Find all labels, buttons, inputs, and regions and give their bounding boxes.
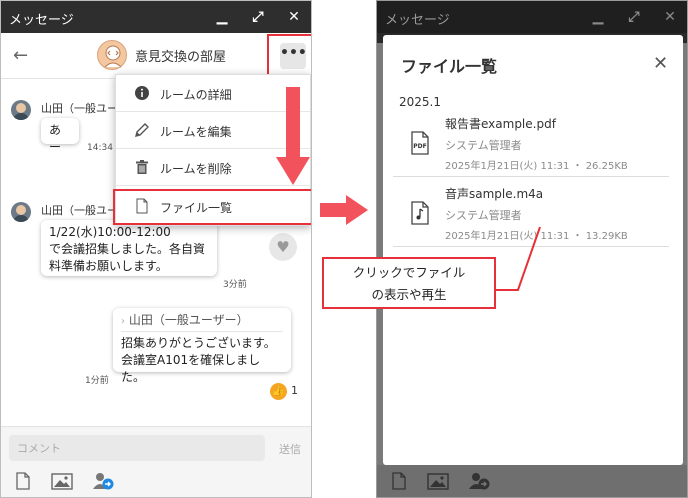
message-text: 会議室A101を確保しました。 xyxy=(121,353,261,384)
window-titlebar: メッセージ ▁ ⤢ ✕ xyxy=(377,1,687,33)
file-row[interactable]: PDF 報告書example.pdf システム管理者 2025年1月21日(火)… xyxy=(393,109,669,177)
heart-icon[interactable]: ♥ xyxy=(269,233,297,261)
minimize-icon[interactable]: ▁ xyxy=(587,6,609,28)
right-arrow-icon xyxy=(320,195,368,225)
attach-file-icon[interactable] xyxy=(13,471,33,491)
message-time: 3分前 xyxy=(223,280,247,290)
pdf-file-icon: PDF xyxy=(411,131,429,155)
thumbs-up-icon[interactable]: 👍 xyxy=(270,383,287,400)
expand-icon[interactable]: ⤢ xyxy=(623,6,645,28)
file-name: 音声sample.m4a xyxy=(445,187,544,201)
message-window: メッセージ ▁ ⤢ ✕ ← 意見交換の部屋 ••• 山田（一般ユー あー 14:… xyxy=(0,0,312,498)
comment-input[interactable] xyxy=(9,435,265,461)
file-meta: 2025年1月21日(火) 11:31 ・ 26.25KB xyxy=(445,161,628,172)
month-group-label: 2025.1 xyxy=(399,95,441,109)
audio-file-icon xyxy=(411,201,429,225)
reply-quote[interactable]: › 山田（一般ユーザー） xyxy=(121,312,283,332)
annotation-callout: クリックでファイル の表示や再生 xyxy=(322,257,496,309)
back-arrow-icon[interactable]: ← xyxy=(13,45,28,66)
message-bubble[interactable]: あー xyxy=(41,118,79,154)
room-title: 意見交換の部屋 xyxy=(135,50,227,65)
like-count: 1 xyxy=(291,384,298,397)
minimize-icon[interactable]: ▁ xyxy=(211,6,233,28)
user-forward-icon xyxy=(469,473,490,490)
dialog-title: ファイル一覧 xyxy=(401,57,498,76)
message-text: 招集ありがとうございます。 xyxy=(121,336,276,350)
sender-name: 山田（一般ユー xyxy=(41,204,118,217)
window-title: メッセージ xyxy=(9,13,74,28)
window-titlebar: メッセージ ▁ ⤢ ✕ xyxy=(1,1,311,33)
callout-line: の表示や再生 xyxy=(371,287,447,302)
file-name: 報告書example.pdf xyxy=(445,117,556,131)
message-time: 14:34 xyxy=(87,143,113,153)
image-icon[interactable] xyxy=(51,471,73,491)
info-icon xyxy=(135,86,149,100)
file-owner: システム管理者 xyxy=(445,209,522,222)
message-text: で会議招集しました。各自資 xyxy=(49,242,206,256)
down-arrow-icon xyxy=(276,87,310,185)
dimmed-toolbar xyxy=(377,465,687,497)
user-forward-icon[interactable] xyxy=(93,471,115,491)
window-title: メッセージ xyxy=(385,13,450,28)
code-icon xyxy=(104,45,122,68)
message-text: 料準備お願いします。 xyxy=(49,259,168,273)
message-bubble[interactable]: 1/22(水)10:00-12:00 で会議招集しました。各自資 料準備お願いし… xyxy=(41,220,217,276)
avatar xyxy=(11,100,31,120)
menu-item-label: ルームを編集 xyxy=(160,125,232,139)
message-time: 1分前 xyxy=(85,376,109,386)
image-icon xyxy=(427,473,449,490)
close-icon[interactable]: ✕ xyxy=(653,53,668,74)
close-icon[interactable]: ✕ xyxy=(659,6,681,28)
highlight-file-list xyxy=(113,189,311,225)
message-text: あー xyxy=(49,123,62,154)
close-icon[interactable]: ✕ xyxy=(283,6,305,28)
highlight-more-button xyxy=(267,34,311,76)
comment-area: 送信 xyxy=(1,426,311,497)
menu-item-label: ルームを削除 xyxy=(160,162,232,176)
send-button[interactable]: 送信 xyxy=(279,441,301,457)
message-text: 1/22(水)10:00-12:00 xyxy=(49,225,171,239)
callout-line: クリックでファイル xyxy=(352,265,466,280)
callout-leader-line xyxy=(496,226,541,291)
room-header: ← 意見交換の部屋 ••• xyxy=(1,33,311,79)
file-owner: システム管理者 xyxy=(445,139,522,152)
svg-text:PDF: PDF xyxy=(413,143,426,150)
message-bubble[interactable]: › 山田（一般ユーザー） 招集ありがとうございます。 会議室A101を確保しまし… xyxy=(113,308,291,384)
reply-to-name: 山田（一般ユーザー） xyxy=(128,313,249,327)
sender-name: 山田（一般ユー xyxy=(41,102,118,115)
attach-file-icon xyxy=(392,472,406,490)
trash-icon xyxy=(136,160,148,174)
menu-item-label: ルームの詳細 xyxy=(160,88,232,102)
expand-icon[interactable]: ⤢ xyxy=(247,6,269,28)
chevron-right-icon: › xyxy=(121,316,125,327)
avatar xyxy=(11,202,31,222)
pencil-icon xyxy=(135,123,149,137)
room-avatar xyxy=(97,40,127,70)
